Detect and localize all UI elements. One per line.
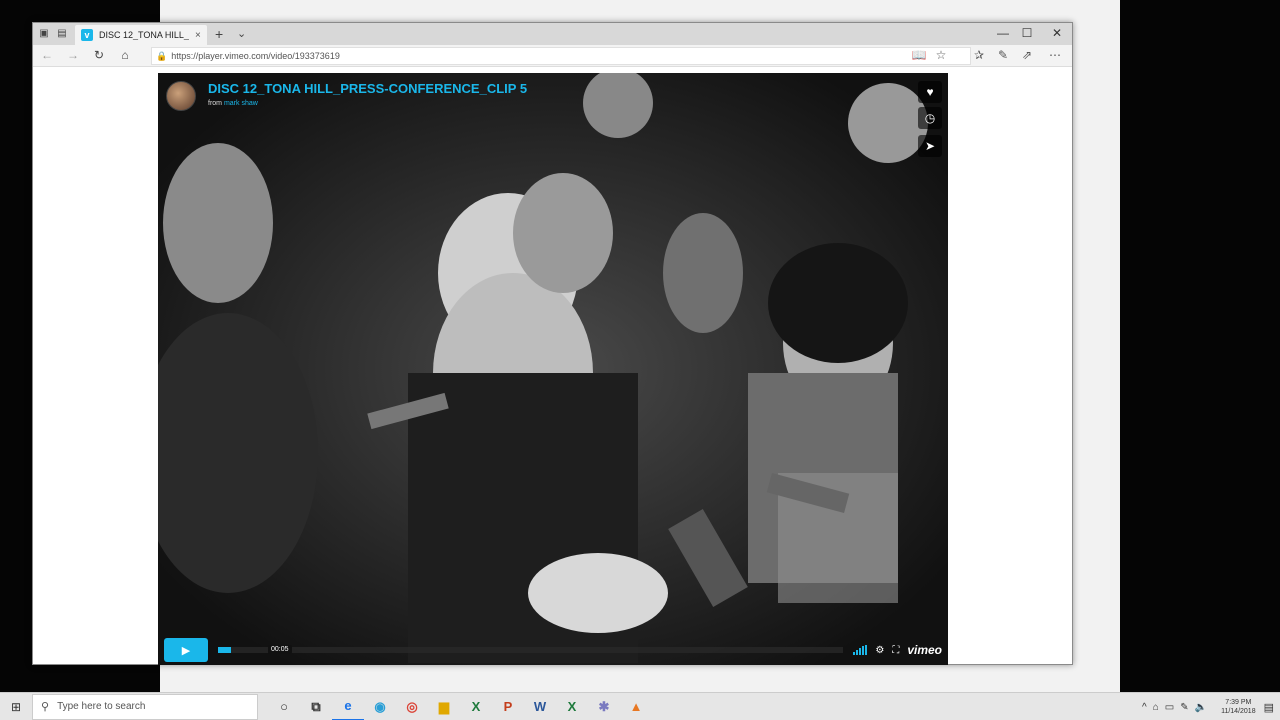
maximize-button[interactable]: ☐ [1019,26,1035,40]
vimeo-favicon-icon: v [81,29,93,41]
vimeo-video-player[interactable]: DISC 12_TONA HILL_PRESS-CONFERENCE_CLIP … [158,73,948,665]
fullscreen-icon[interactable]: ⛶ [892,645,899,656]
address-bar[interactable]: 🔒 https://player.vimeo.com/video/1933736… [151,47,971,65]
search-icon: ⚲ [41,701,50,713]
watch-later-clock-icon[interactable]: ◷ [918,107,942,129]
address-url: https://player.vimeo.com/video/193373619 [171,51,340,61]
player-controls: ▶ 00:05 ⚙ ⛶ vimeo [158,635,948,665]
windows-start-icon[interactable]: ⊞ [0,693,32,720]
new-tab-button[interactable]: + [215,26,223,42]
windows-taskbar: ⊞ ⚲ Type here to search ○ ⧉ e ◉ ◎ ▆ X P … [0,692,1280,720]
tab-actions-icon[interactable]: ▣ [37,28,51,40]
page-content: DISC 12_TONA HILL_PRESS-CONFERENCE_CLIP … [33,67,1072,665]
volume-speaker-icon[interactable]: 🔈 [1195,702,1207,713]
tab-title: DISC 12_TONA HILL_PR [99,30,189,40]
more-menu-icon[interactable]: ⋯ [1047,48,1063,62]
home-icon[interactable]: ⌂ [117,48,133,62]
taskbar-search-box[interactable]: ⚲ Type here to search [32,693,258,720]
excel-icon[interactable]: X [460,693,492,720]
powerpoint-icon[interactable]: P [492,693,524,720]
share-paper-plane-icon[interactable]: ➤ [918,135,942,157]
browser-titlebar: ▣ ▤ v DISC 12_TONA HILL_PR × + ⌄ — ☐ ✕ [33,23,1072,45]
refresh-icon[interactable]: ↻ [91,48,107,62]
video-frame-image [158,73,948,665]
vlc-cone-icon[interactable]: ▲ [620,693,652,720]
battery-icon[interactable]: ▭ [1165,702,1174,713]
cortana-circle-icon[interactable]: ○ [268,693,300,720]
globe-app-icon[interactable]: ◉ [364,693,396,720]
like-heart-icon[interactable]: ♥ [918,81,942,103]
vimeo-logo[interactable]: vimeo [907,643,942,657]
close-window-button[interactable]: ✕ [1049,26,1065,40]
system-tray: ^ ⌂ ▭ ✎ 🔈 7:39 PM 11/14/2018 ▤ [1142,693,1280,720]
progress-fill [218,647,231,653]
file-explorer-icon[interactable]: ▆ [428,693,460,720]
tray-chevron-up-icon[interactable]: ^ [1142,702,1147,713]
browser-navbar: ← → ↻ ⌂ 🔒 https://player.vimeo.com/video… [33,45,1072,67]
channel-avatar[interactable] [166,81,196,111]
action-center-icon[interactable]: ▤ [1264,701,1274,714]
volume-bars-icon[interactable] [853,645,868,655]
pen-tray-icon[interactable]: ✎ [1180,702,1188,713]
favorites-hub-icon[interactable]: ✰ [971,48,987,62]
time-badge: 00:05 [268,645,292,654]
browser-window: ▣ ▤ v DISC 12_TONA HILL_PR × + ⌄ — ☐ ✕ ←… [32,22,1073,665]
edge-browser-icon[interactable]: e [332,693,364,720]
byline-prefix: from [208,100,222,107]
video-title[interactable]: DISC 12_TONA HILL_PRESS-CONFERENCE_CLIP … [208,81,527,96]
video-title-block: DISC 12_TONA HILL_PRESS-CONFERENCE_CLIP … [208,81,527,107]
lock-icon: 🔒 [156,50,168,61]
settings-app-icon[interactable]: ✱ [588,693,620,720]
clock-date: 11/14/2018 [1221,708,1256,715]
pen-notes-icon[interactable]: ✎ [995,48,1011,62]
tab-close-icon[interactable]: × [195,30,201,41]
minimize-button[interactable]: — [995,26,1011,40]
excel-second-icon[interactable]: X [556,693,588,720]
browser-tab-active[interactable]: v DISC 12_TONA HILL_PR × [75,25,207,45]
video-header: DISC 12_TONA HILL_PRESS-CONFERENCE_CLIP … [166,81,527,111]
back-arrow-icon[interactable]: ← [39,48,55,62]
share-icon[interactable]: ⇗ [1019,48,1035,62]
byline-user-link[interactable]: mark shaw [224,100,258,107]
tabs-aside-icon[interactable]: ▤ [55,28,69,40]
settings-gear-icon[interactable]: ⚙ [875,645,884,656]
progress-bar[interactable]: 00:05 [218,645,844,654]
forward-arrow-icon[interactable]: → [65,48,81,62]
task-view-icon[interactable]: ⧉ [300,693,332,720]
word-icon[interactable]: W [524,693,556,720]
chrome-icon[interactable]: ◎ [396,693,428,720]
taskbar-clock[interactable]: 7:39 PM 11/14/2018 [1221,698,1256,716]
favorite-star-icon[interactable]: ☆ [933,48,949,62]
clock-time: 7:39 PM [1225,699,1252,706]
play-button[interactable]: ▶ [164,638,208,662]
network-icon[interactable]: ⌂ [1153,702,1159,713]
video-byline: from mark shaw [208,100,527,107]
search-placeholder: Type here to search [57,701,146,712]
tab-preview-chevron-icon[interactable]: ⌄ [237,27,246,40]
reading-view-icon[interactable]: 📖 [911,48,927,62]
